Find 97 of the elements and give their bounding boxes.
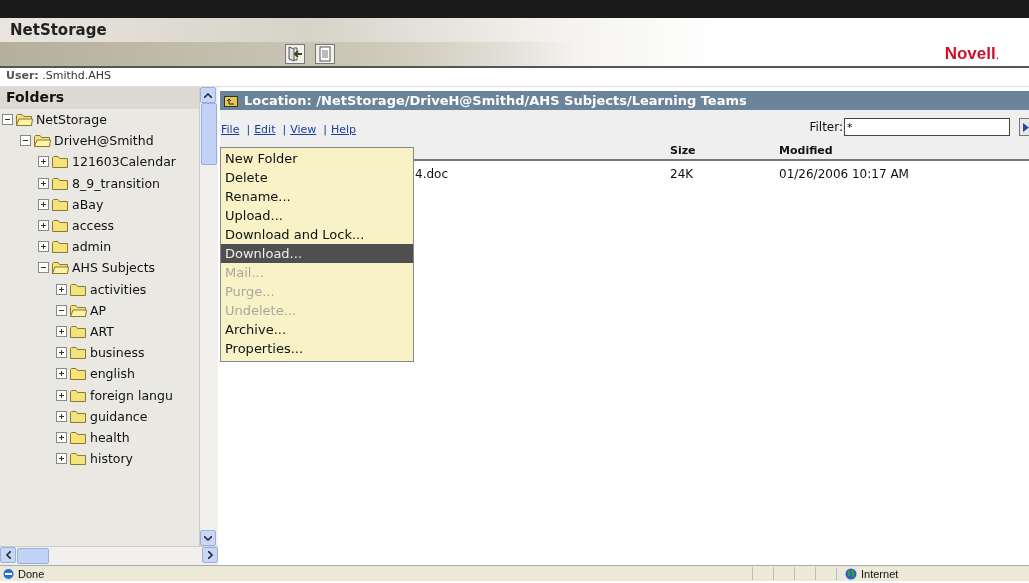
menu-item[interactable]: Download... — [221, 244, 413, 263]
folder-icon — [16, 113, 33, 127]
expand-toggle-icon[interactable] — [38, 198, 49, 210]
folder-item[interactable]: 121603Calendar — [72, 154, 176, 170]
collapse-toggle-icon[interactable] — [2, 114, 13, 126]
user-label: User: .Smithd.AHS — [5, 68, 113, 84]
menu-separator: | — [323, 123, 327, 136]
logout-button[interactable] — [285, 44, 305, 64]
scroll-right-icon — [207, 551, 213, 559]
vertical-scrollbar[interactable] — [199, 87, 218, 546]
folder-icon — [34, 134, 51, 148]
menu-link[interactable]: File — [221, 123, 240, 136]
location-path: Location: /NetStorage/DriveH@Smithd/AHS Subjects/Learning Teams — [244, 93, 747, 108]
file-name[interactable]: 4.doc — [415, 167, 448, 181]
menu-link[interactable]: Edit — [254, 123, 276, 136]
folders-heading: Folders — [0, 87, 200, 109]
zone-text: Internet — [861, 567, 899, 580]
folder-icon — [70, 346, 87, 360]
folder-item[interactable]: 8_9_transition — [72, 175, 160, 191]
folder-icon — [70, 324, 87, 338]
expand-toggle-icon[interactable] — [56, 389, 67, 401]
expand-toggle-icon[interactable] — [38, 241, 49, 253]
folder-icon — [52, 261, 69, 275]
folder-item[interactable]: access — [72, 218, 115, 234]
folder-item[interactable]: english — [90, 366, 135, 382]
scroll-up-icon — [204, 92, 213, 98]
horizontal-scrollbar[interactable] — [0, 546, 218, 565]
folder-icon — [70, 409, 87, 423]
app-title: NetStorage — [9, 20, 108, 41]
menu-separator: | — [282, 123, 287, 136]
menu-item[interactable]: Upload... — [221, 206, 413, 225]
table-cell: 01/26/2006 10:17 AM — [779, 167, 909, 181]
browser-page-icon — [2, 567, 15, 580]
expand-toggle-icon[interactable] — [56, 325, 67, 337]
folder-icon — [52, 240, 69, 254]
logo: Novell. — [944, 44, 999, 64]
document-button[interactable] — [315, 44, 335, 64]
folder-icon — [70, 367, 87, 381]
folder-item[interactable]: foreign langu — [90, 387, 173, 403]
expand-toggle-icon[interactable] — [38, 177, 49, 189]
menu-link[interactable]: View — [290, 123, 317, 136]
menu-separator: | — [246, 123, 251, 136]
collapse-toggle-icon[interactable] — [20, 135, 31, 147]
scroll-left-icon — [5, 551, 11, 559]
column-header[interactable]: Size — [670, 144, 696, 157]
expand-toggle-icon[interactable] — [56, 410, 67, 422]
play-icon — [1023, 122, 1029, 132]
menu-item[interactable]: Archive... — [221, 320, 413, 339]
globe-icon — [845, 567, 857, 580]
folder-item[interactable]: DriveH@Smithd — [54, 133, 154, 149]
expand-toggle-icon[interactable] — [56, 283, 67, 295]
expand-toggle-icon[interactable] — [38, 220, 49, 232]
menu-item[interactable]: Rename... — [221, 187, 413, 206]
expand-toggle-icon[interactable] — [56, 453, 67, 465]
document-icon — [319, 46, 331, 62]
folder-icon — [70, 430, 87, 444]
collapse-toggle-icon[interactable] — [56, 304, 67, 316]
folder-item[interactable]: health — [90, 429, 130, 445]
folder-icon — [70, 303, 87, 317]
scroll-down-icon — [204, 535, 213, 541]
menu-item[interactable]: Download and Lock... — [221, 225, 413, 244]
folder-item[interactable]: history — [90, 451, 133, 467]
folder-item[interactable]: business — [90, 345, 145, 361]
folder-item[interactable]: AP — [90, 302, 107, 318]
menu-item[interactable]: New Folder — [221, 149, 413, 168]
folder-icon — [52, 197, 69, 211]
folder-item[interactable]: NetStorage — [36, 112, 107, 128]
folder-icon — [52, 176, 69, 190]
expand-toggle-icon[interactable] — [56, 347, 67, 359]
scroll-thumb[interactable] — [17, 548, 49, 564]
menu-link[interactable]: Help — [331, 123, 357, 136]
folder-item[interactable]: aBay — [72, 196, 104, 212]
folder-icon — [70, 388, 87, 402]
expand-toggle-icon[interactable] — [56, 431, 67, 443]
folder-item[interactable]: admin — [72, 239, 112, 255]
folder-item[interactable]: guidance — [90, 408, 148, 424]
expand-toggle-icon[interactable] — [56, 368, 67, 380]
folder-icon — [52, 219, 69, 233]
folder-icon — [70, 452, 87, 466]
menu-item[interactable]: Properties... — [221, 339, 413, 358]
folder-icon — [52, 155, 69, 169]
filter-label: Filter: — [809, 120, 843, 134]
folder-icon — [70, 282, 87, 296]
column-header[interactable]: Modified — [779, 144, 833, 157]
go-button[interactable] — [1019, 118, 1029, 136]
expand-toggle-icon[interactable] — [38, 156, 49, 168]
folder-item[interactable]: activities — [90, 281, 147, 297]
folder-up-icon — [224, 94, 238, 107]
door-arrow-icon — [287, 46, 303, 62]
status-text: Done — [18, 567, 45, 580]
filter-field[interactable]: * — [844, 118, 1010, 136]
folder-item[interactable]: ART — [90, 323, 114, 339]
menu-item[interactable]: Delete — [221, 168, 413, 187]
table-cell: 24K — [670, 167, 694, 181]
scroll-thumb[interactable] — [201, 103, 217, 165]
collapse-toggle-icon[interactable] — [38, 262, 49, 274]
folder-item[interactable]: AHS Subjects — [72, 260, 156, 276]
